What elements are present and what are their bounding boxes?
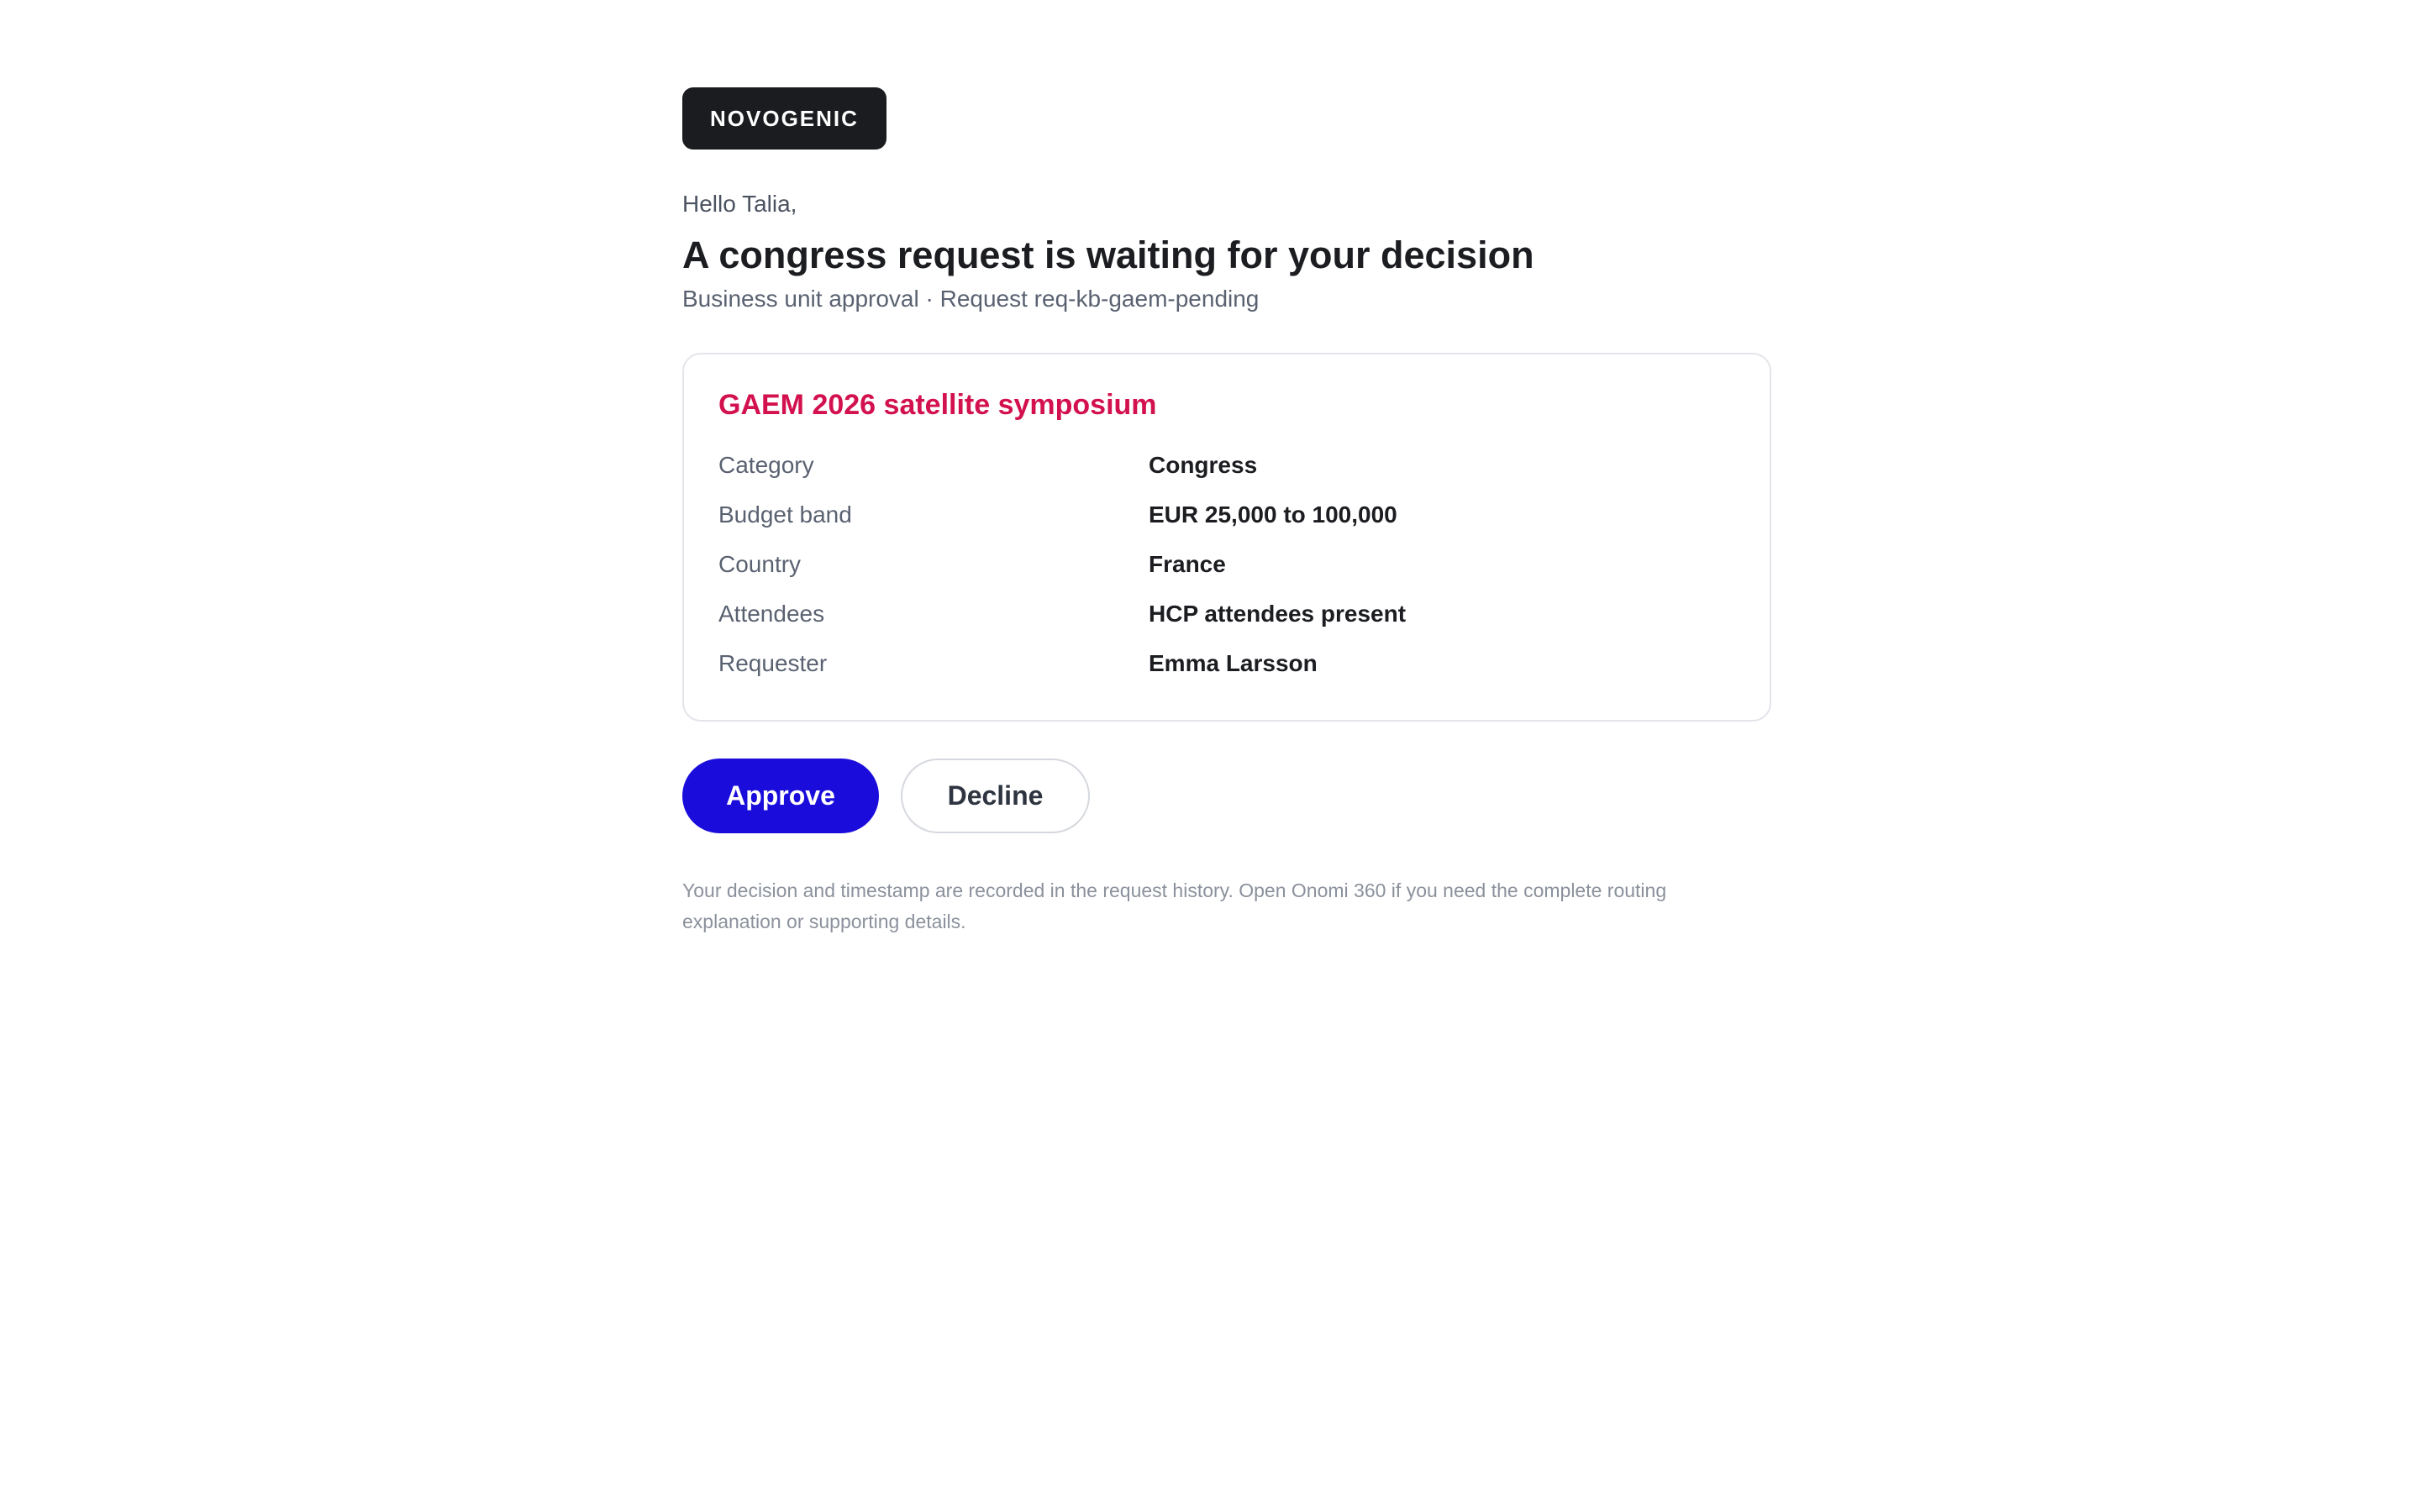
detail-row-attendees: Attendees HCP attendees present [718, 589, 1736, 638]
detail-label: Attendees [718, 600, 825, 627]
decision-actions: Approve Decline [682, 759, 1771, 833]
request-summary-card: GAEM 2026 satellite symposium Category C… [682, 353, 1771, 722]
page-title: A congress request is waiting for your d… [682, 234, 1534, 276]
detail-row-country: Country France [718, 539, 1736, 589]
greeting: Hello Talia, [682, 191, 797, 217]
detail-value: Emma Larsson [1149, 649, 1318, 676]
decline-button[interactable]: Decline [901, 759, 1090, 833]
detail-label: Requester [718, 649, 828, 676]
detail-value: HCP attendees present [1149, 600, 1407, 627]
detail-row-budget-band: Budget band EUR 25,000 to 100,000 [718, 490, 1736, 539]
request-subtitle: Business unit approval · Request req-kb-… [682, 286, 1260, 312]
approval-email: NOVOGENIC Hello Talia, A congress reques… [682, 87, 1771, 937]
footnote-text: Your decision and timestamp are recorded… [682, 879, 1667, 932]
brand-logo-badge: NOVOGENIC [682, 87, 886, 150]
detail-row-category: Category Congress [718, 440, 1736, 490]
detail-value: Congress [1149, 451, 1258, 478]
detail-value: France [1149, 550, 1226, 577]
request-details-list: Category Congress Budget band EUR 25,000… [718, 440, 1736, 688]
detail-row-requester: Requester Emma Larsson [718, 638, 1736, 688]
detail-label: Country [718, 550, 802, 577]
detail-label: Budget band [718, 501, 852, 528]
detail-label: Category [718, 451, 814, 478]
detail-value: EUR 25,000 to 100,000 [1149, 501, 1397, 528]
request-title: GAEM 2026 satellite symposium [718, 389, 1157, 421]
approve-button[interactable]: Approve [682, 759, 879, 833]
